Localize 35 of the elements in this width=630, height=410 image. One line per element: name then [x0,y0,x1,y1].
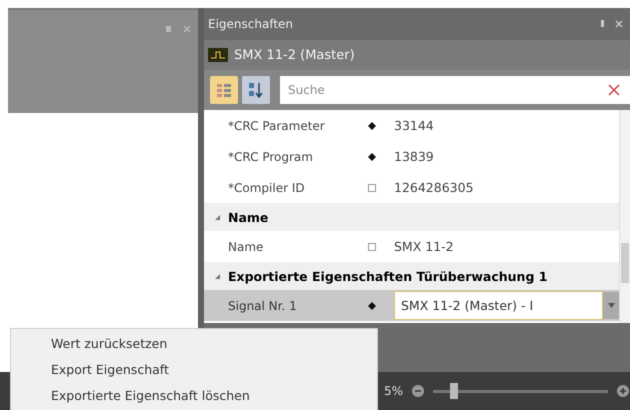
diamond-icon [368,302,376,310]
property-value: 13839 [394,149,434,164]
device-icon [208,48,228,62]
diamond-icon [368,152,376,160]
value-dropdown[interactable]: SMX 11-2 (Master) - I [394,291,603,320]
property-value: 33144 [394,118,434,133]
panel-title: Eigenschaften [208,17,294,31]
sort-alphabetical-icon[interactable] [242,76,270,104]
category-label: Name [228,210,268,224]
property-name: *CRC Program [228,150,313,164]
diamond-icon [368,122,376,130]
collapse-arrow-icon[interactable] [214,272,221,280]
property-name: *CRC Parameter [228,118,325,132]
property-name: Name [228,240,264,254]
zoom-label: 5% [384,384,404,398]
object-name: SMX 11-2 (Master) [234,48,355,62]
property-name: *Compiler ID [228,180,305,194]
menu-item[interactable]: Exportierte Eigenschaft löschen [11,383,377,409]
category-label: Exportierte Eigenschaften Türüberwachung 1 [228,268,548,284]
property-row[interactable]: Signal Nr. 1 SMX 11-2 (Master) - I [204,290,619,321]
property-value: 1264286305 [394,180,474,195]
collapse-arrow-icon[interactable] [214,214,221,220]
menu-item[interactable]: Wert zurücksetzen [11,331,377,357]
close-icon[interactable] [614,19,624,29]
clear-button[interactable] [604,76,630,104]
search-field[interactable]: Suche [280,76,604,104]
property-value: SMX 11-2 [394,239,454,254]
property-name: Signal Nr. 1 [228,298,297,312]
zoom-in-icon[interactable] [616,384,630,398]
zoom-out-icon[interactable] [411,384,425,398]
close-icon [608,84,620,96]
menu-item[interactable]: Export Eigenschaft [11,357,377,383]
square-icon [368,242,376,250]
scrollbar[interactable] [619,110,630,323]
square-icon [368,184,376,192]
